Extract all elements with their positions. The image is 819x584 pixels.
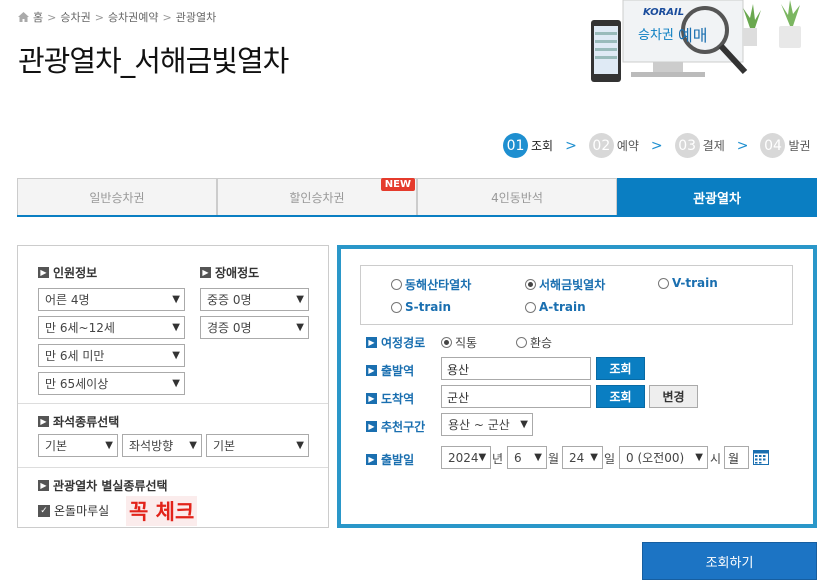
- severe-select[interactable]: 중증 0명 ▼: [200, 288, 309, 311]
- radio-atrain[interactable]: A-train: [525, 300, 586, 314]
- arrow-bullet-icon: ▶: [366, 337, 377, 348]
- infant-select[interactable]: 만 6세 미만 ▼: [38, 344, 185, 367]
- chevron-right-icon: >: [736, 137, 749, 154]
- year-select[interactable]: 2024 ▼: [441, 446, 491, 469]
- departure-search-button[interactable]: 조회: [596, 357, 645, 380]
- chevron-down-icon: ▼: [189, 440, 197, 451]
- tab-general[interactable]: 일반승차권: [17, 178, 217, 215]
- weekday-field: 월: [724, 446, 749, 469]
- step-indicator: 01 조회 > 02 예약 > 03 결제 > 04 발권: [503, 133, 811, 158]
- chevron-down-icon: ▼: [590, 452, 598, 463]
- chevron-down-icon: ▼: [172, 378, 180, 389]
- room-title: ▶ 관광열차 별실종류선택: [38, 477, 168, 494]
- arrow-bullet-icon: ▶: [200, 267, 211, 278]
- arrow-bullet-icon: ▶: [38, 416, 49, 427]
- arrival-search-button[interactable]: 조회: [596, 385, 645, 408]
- swap-stations-button[interactable]: 변경: [649, 385, 698, 408]
- disability-title: ▶ 장애정도: [200, 264, 259, 281]
- chevron-down-icon: ▼: [172, 294, 180, 305]
- chevron-down-icon: ▼: [478, 452, 487, 463]
- date-label: ▶ 출발일: [366, 451, 414, 468]
- chevron-down-icon: ▼: [534, 452, 542, 463]
- step-search: 01 조회: [503, 133, 553, 158]
- recommended-route-select[interactable]: 용산 ~ 군산 ▼: [441, 413, 533, 436]
- child-select[interactable]: 만 6세~12세 ▼: [38, 316, 185, 339]
- chevron-down-icon: ▼: [296, 440, 304, 451]
- arrow-bullet-icon: ▶: [38, 480, 49, 491]
- korail-logo: KORAIL: [643, 7, 685, 18]
- adult-select[interactable]: 어른 4명 ▼: [38, 288, 185, 311]
- calendar-icon[interactable]: [753, 449, 769, 468]
- ticket-tabs: 일반승차권 할인승차권 NEW 4인동반석 관광열차: [17, 178, 817, 217]
- new-badge: NEW: [380, 178, 415, 191]
- radio-direct[interactable]: 직통: [441, 334, 477, 351]
- recommended-label: ▶ 추천구간: [366, 418, 425, 435]
- passenger-panel: ▶ 인원정보 ▶ 장애정도 어른 4명 ▼ 만 6세~12세 ▼ 만 6세 미만 ▼ 만 …: [17, 245, 329, 528]
- month-select[interactable]: 6 ▼: [507, 446, 547, 469]
- arrival-label: ▶ 도착역: [366, 390, 414, 407]
- radio-seohae[interactable]: 서해금빛열차: [525, 276, 605, 293]
- train-type-box: 동해산타열차 서해금빛열차 V-train S-train A-train: [360, 265, 793, 325]
- page-title: 관광열차_서해금빛열차: [18, 44, 289, 78]
- checkbox-checked-icon[interactable]: ✓: [38, 504, 50, 517]
- breadcrumb-item[interactable]: 관광열차: [176, 9, 216, 25]
- seat-type-select[interactable]: 기본 ▼: [38, 434, 118, 457]
- radio-strain[interactable]: S-train: [391, 300, 451, 314]
- tab-discount[interactable]: 할인승차권 NEW: [217, 178, 417, 215]
- step-reserve: 02 예약: [588, 133, 639, 158]
- arrow-bullet-icon: ▶: [38, 267, 49, 278]
- ondol-checkbox[interactable]: ✓ 온돌마루실: [38, 502, 109, 519]
- divider: [18, 403, 328, 404]
- departure-label: ▶ 출발역: [366, 362, 414, 379]
- chevron-right-icon: >: [565, 137, 577, 154]
- radio-donghae[interactable]: 동해산타열차: [391, 276, 471, 293]
- breadcrumb-item[interactable]: 승차권: [60, 9, 90, 25]
- senior-select[interactable]: 만 65세이상 ▼: [38, 372, 185, 395]
- arrow-bullet-icon: ▶: [366, 454, 377, 465]
- route-label: ▶ 여정경로: [366, 334, 425, 351]
- chevron-right-icon: >: [650, 137, 663, 154]
- tab-group-4[interactable]: 4인동반석: [417, 178, 617, 215]
- passenger-title: ▶ 인원정보: [38, 264, 97, 281]
- arrow-bullet-icon: ▶: [366, 365, 377, 376]
- seat-title: ▶ 좌석종류선택: [38, 413, 119, 430]
- check-note: 꼭 체크: [126, 496, 198, 526]
- chevron-down-icon: ▼: [172, 350, 180, 361]
- step-issue: 04 발권: [760, 133, 811, 158]
- chevron-down-icon: ▼: [296, 322, 304, 333]
- chevron-down-icon: ▼: [296, 294, 304, 305]
- divider: [18, 467, 328, 468]
- korail-banner: KORAIL 승차권 예매: [583, 0, 819, 96]
- chevron-down-icon: ▼: [520, 419, 528, 430]
- seat-option-select[interactable]: 기본 ▼: [206, 434, 309, 457]
- departure-input[interactable]: 용산: [441, 357, 591, 380]
- arrival-input[interactable]: 군산: [441, 385, 591, 408]
- mild-select[interactable]: 경증 0명 ▼: [200, 316, 309, 339]
- breadcrumb-home[interactable]: 홈: [33, 9, 43, 25]
- chevron-down-icon: ▼: [172, 322, 180, 333]
- step-payment: 03 결제: [674, 133, 725, 158]
- hour-select[interactable]: 0 (오전00) ▼: [619, 446, 708, 469]
- arrow-bullet-icon: ▶: [366, 393, 377, 404]
- seat-direction-select[interactable]: 좌석방향 ▼: [122, 434, 202, 457]
- search-submit-button[interactable]: 조회하기: [642, 542, 817, 580]
- radio-vtrain[interactable]: V-train: [658, 276, 718, 290]
- tab-tour-train[interactable]: 관광열차: [617, 178, 817, 215]
- chevron-down-icon: ▼: [695, 452, 703, 463]
- chevron-down-icon: ▼: [105, 440, 113, 451]
- arrow-bullet-icon: ▶: [366, 421, 377, 432]
- radio-transfer[interactable]: 환승: [516, 334, 552, 351]
- day-select[interactable]: 24 ▼: [562, 446, 603, 469]
- home-icon[interactable]: [18, 12, 29, 22]
- breadcrumb: 홈 > 승차권 > 승차권예약 > 관광열차: [18, 9, 216, 25]
- breadcrumb-item[interactable]: 승차권예약: [108, 9, 159, 25]
